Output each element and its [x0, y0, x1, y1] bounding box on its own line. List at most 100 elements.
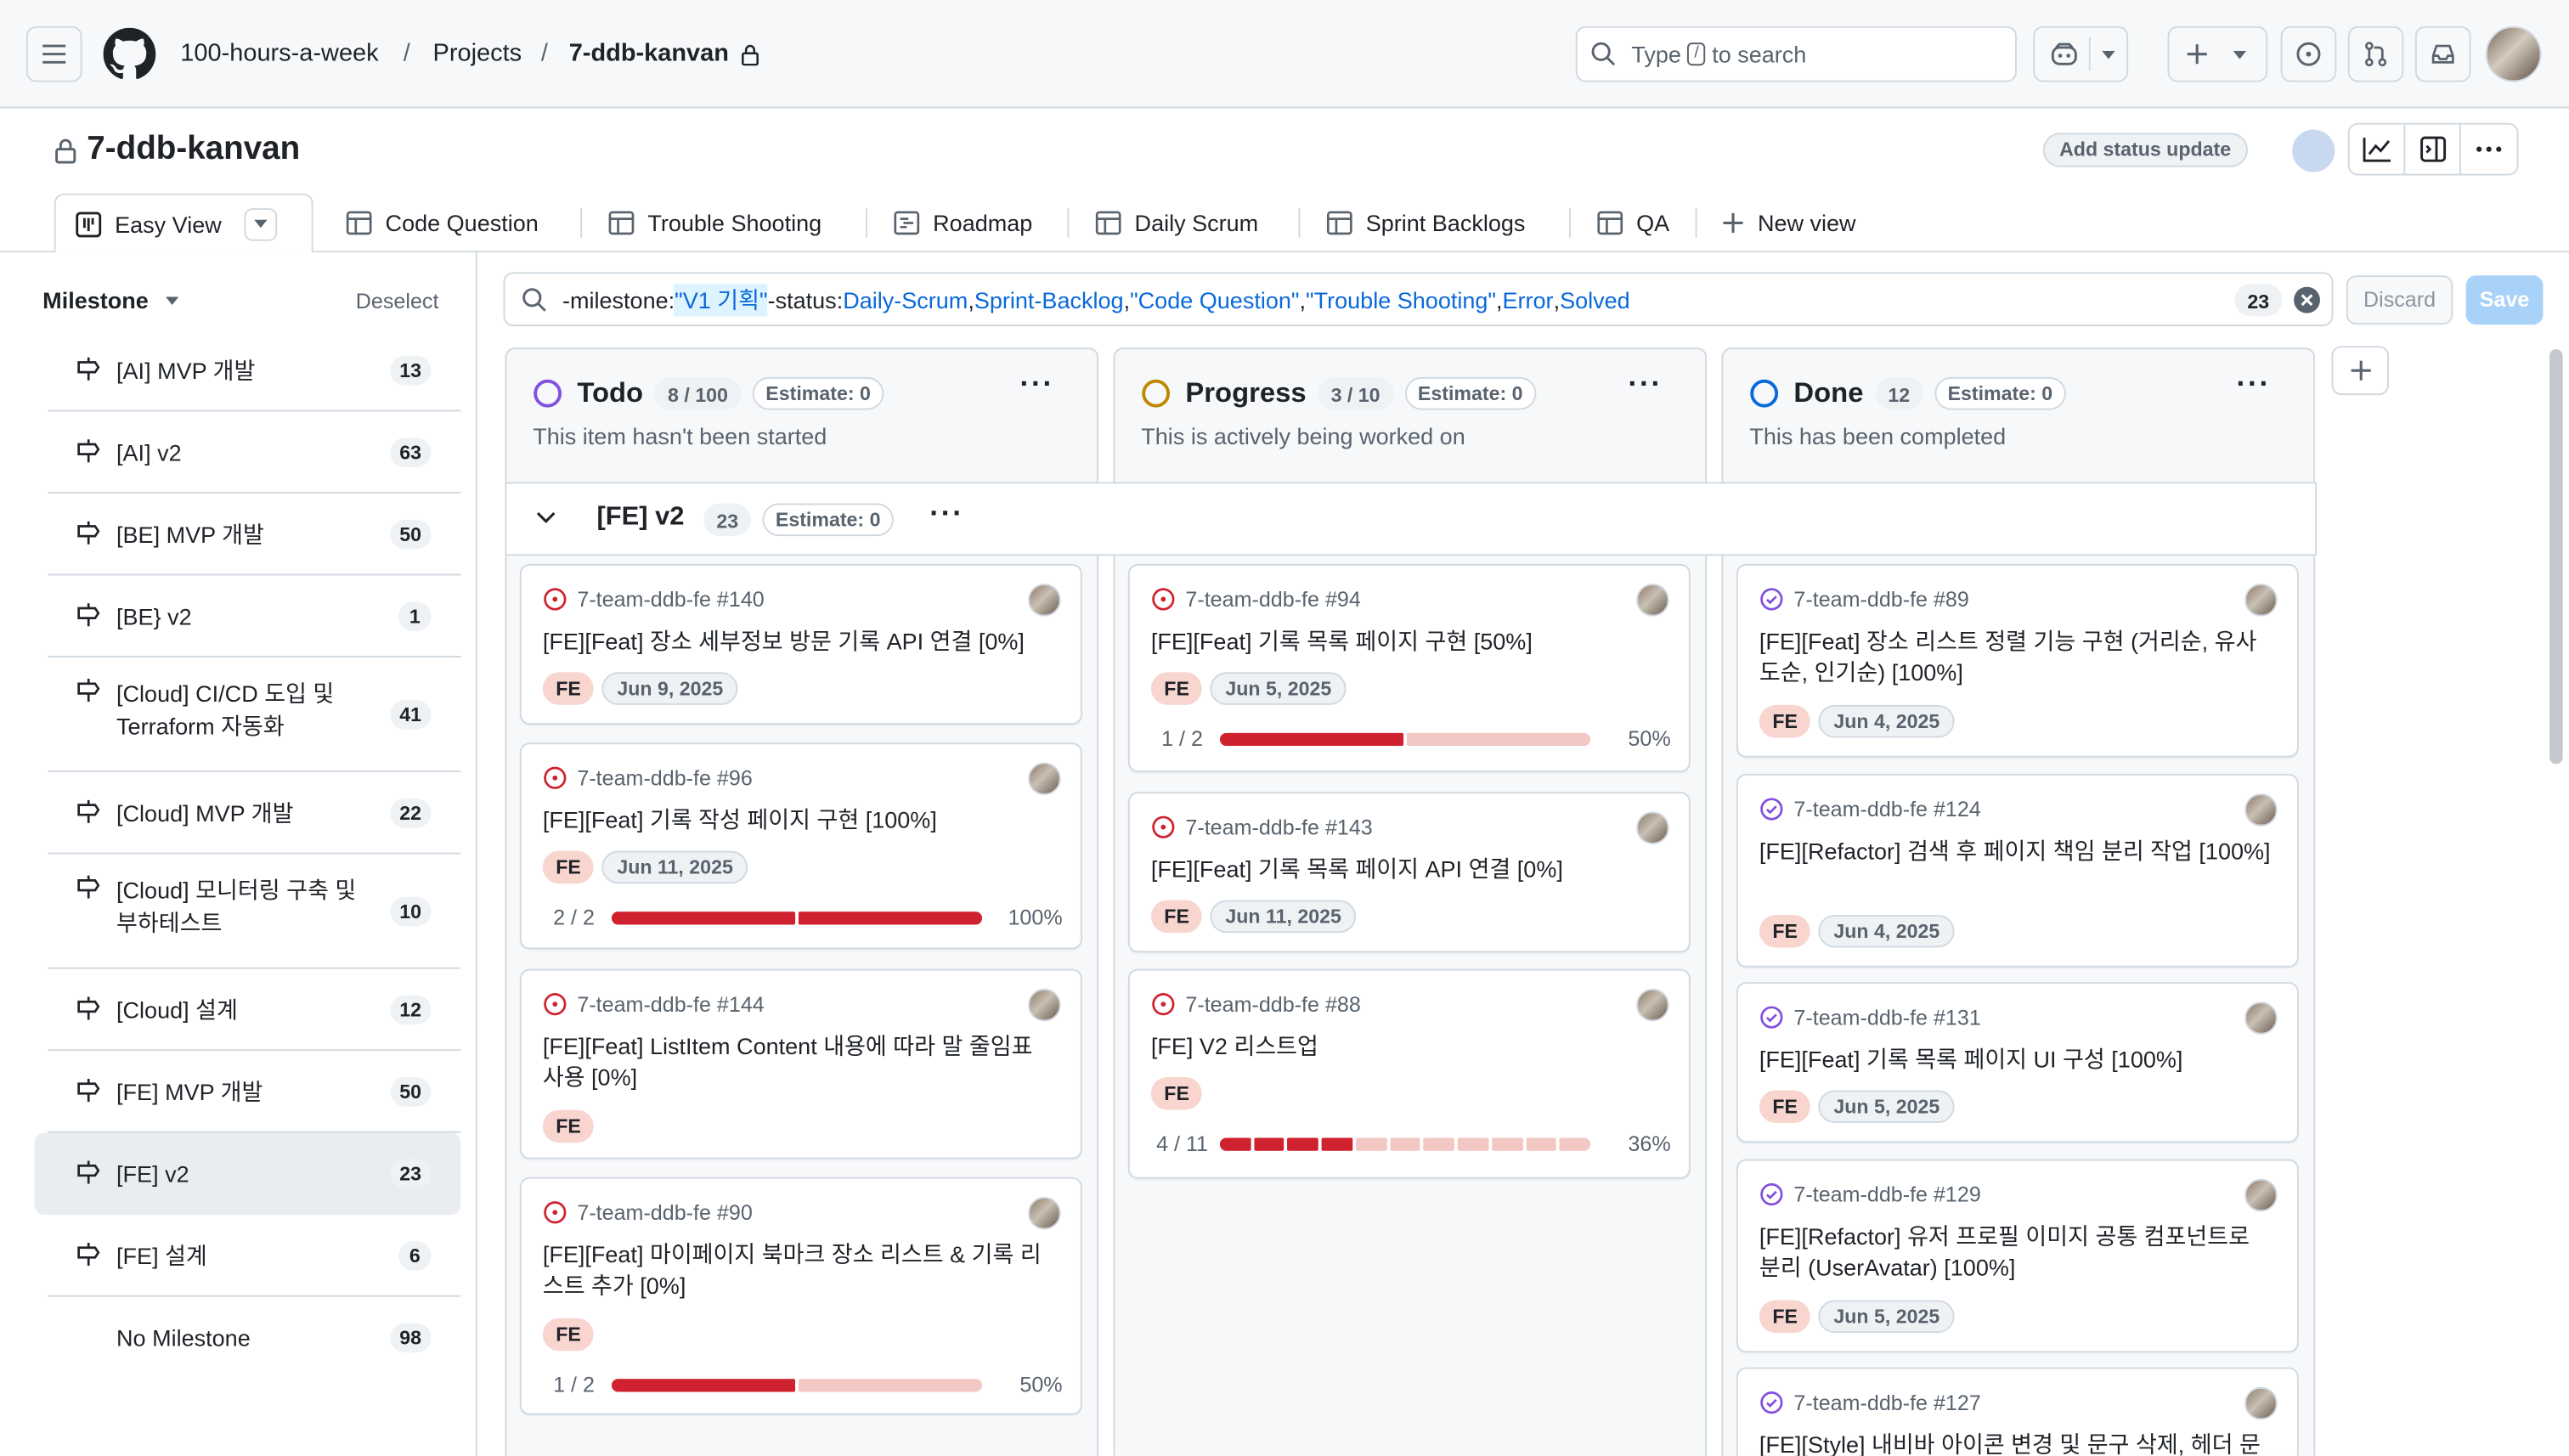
label-fe[interactable]: FE	[1759, 914, 1811, 948]
assignee-avatar[interactable]	[1636, 988, 1669, 1022]
label-fe[interactable]: FE	[1759, 1090, 1811, 1124]
sidebar-item-milestone[interactable]: [FE] MVP 개발 50	[47, 1051, 461, 1133]
assignee-avatar[interactable]	[2244, 584, 2278, 617]
create-new-button[interactable]	[2167, 25, 2268, 82]
user-avatar[interactable]	[2485, 25, 2542, 82]
issue-card[interactable]: 7-team-ddb-fe #131 [FE][Feat] 기록 목록 페이지 U…	[1736, 982, 2299, 1143]
issue-title[interactable]: [FE][Style] 내비바 아이콘 변경 및 문구 삭제, 헤더 문	[1759, 1430, 2271, 1456]
issue-reference[interactable]: 7-team-ddb-fe #89	[1793, 587, 1968, 612]
issue-title[interactable]: [FE][Feat] 기록 목록 페이지 API 연결 [0%]	[1151, 855, 1663, 886]
issue-reference[interactable]: 7-team-ddb-fe #140	[577, 587, 764, 612]
assignee-avatar[interactable]	[2244, 1178, 2278, 1212]
tab-easy-view[interactable]: Easy View	[54, 193, 313, 253]
sidebar-item-milestone[interactable]: [BE] MVP 개발 50	[47, 494, 461, 576]
tab-trouble-shooting[interactable]: Trouble Shooting	[608, 194, 822, 252]
view-options-button[interactable]	[244, 207, 278, 240]
sidebar-item-milestone[interactable]: [AI] v2 63	[47, 411, 461, 494]
sidebar-item-milestone[interactable]: [Cloud] CI/CD 도입 및 Terraform 자동화 41	[47, 657, 461, 773]
column-menu-button[interactable]: ···	[1019, 367, 1053, 402]
issue-reference[interactable]: 7-team-ddb-fe #90	[577, 1200, 752, 1225]
inbox-button[interactable]	[2414, 25, 2471, 82]
issue-reference[interactable]: 7-team-ddb-fe #131	[1793, 1005, 1980, 1030]
add-column-button[interactable]	[2331, 346, 2390, 396]
column-menu-button[interactable]: ···	[2237, 367, 2272, 402]
issue-reference[interactable]: 7-team-ddb-fe #144	[577, 992, 764, 1017]
tab-sprint-backlogs[interactable]: Sprint Backlogs	[1326, 194, 1525, 252]
sidebar-item-milestone[interactable]: [Cloud] 모니터링 구축 및 부하테스트 10	[47, 855, 461, 969]
issue-title[interactable]: [FE][Feat] 마이페이지 북마크 장소 리스트 & 기록 리스트 추가 …	[543, 1239, 1054, 1301]
group-menu-button[interactable]: ···	[929, 497, 963, 532]
sidebar-item-milestone[interactable]: No Milestone 98	[48, 1297, 460, 1380]
issues-button[interactable]	[2280, 25, 2337, 82]
issue-title[interactable]: [FE][Feat] 기록 목록 페이지 구현 [50%]	[1151, 626, 1663, 657]
sidebar-item-milestone[interactable]: [AI] MVP 개발 13	[47, 330, 461, 412]
board-scrollbar[interactable]	[2549, 349, 2563, 765]
add-status-update-button[interactable]: Add status update	[2042, 133, 2248, 167]
copilot-button[interactable]	[2033, 25, 2129, 82]
tab-qa[interactable]: QA	[1597, 194, 1669, 252]
new-view-button[interactable]: New view	[1722, 194, 1856, 252]
save-button[interactable]: Save	[2465, 275, 2544, 325]
label-fe[interactable]: FE	[542, 1318, 595, 1352]
github-logo-icon[interactable]	[103, 27, 156, 81]
tab-roadmap[interactable]: Roadmap	[894, 194, 1032, 252]
breadcrumb-project[interactable]: 7-ddb-kanvan	[569, 39, 729, 67]
label-fe[interactable]: FE	[1759, 1300, 1811, 1334]
issue-card[interactable]: 7-team-ddb-fe #94 [FE][Feat] 기록 목록 페이지 구현…	[1127, 563, 1691, 773]
discard-button[interactable]: Discard	[2346, 275, 2453, 325]
issue-title[interactable]: [FE][Feat] 기록 작성 페이지 구현 [100%]	[543, 805, 1054, 837]
issue-card[interactable]: 7-team-ddb-fe #144 [FE][Feat] ListItem Co…	[519, 968, 1082, 1160]
assignee-avatar[interactable]	[2244, 1002, 2278, 1035]
issue-card[interactable]: 7-team-ddb-fe #143 [FE][Feat] 기록 목록 페이지 A…	[1127, 792, 1691, 953]
label-fe[interactable]: FE	[542, 850, 595, 884]
breadcrumb-org[interactable]: 100-hours-a-week	[180, 39, 378, 67]
column-menu-button[interactable]: ···	[1629, 367, 1663, 402]
sidebar-item-milestone[interactable]: [BE} v2 1	[47, 575, 461, 657]
issue-title[interactable]: [FE][Feat] 기록 목록 페이지 UI 구성 [100%]	[1759, 1044, 2271, 1075]
issue-reference[interactable]: 7-team-ddb-fe #143	[1185, 815, 1372, 839]
assignee-avatar[interactable]	[1636, 811, 1669, 844]
issue-title[interactable]: [FE][Feat] 장소 세부정보 방문 기록 API 연결 [0%]	[543, 626, 1054, 657]
issue-title[interactable]: [FE][Refactor] 검색 후 페이지 책임 분리 작업 [100%]	[1759, 836, 2271, 867]
label-fe[interactable]: FE	[1150, 900, 1203, 934]
sidebar-item-milestone[interactable]: [FE] v2 23	[34, 1132, 461, 1216]
assignee-avatar[interactable]	[1028, 584, 1061, 617]
issue-card[interactable]: 7-team-ddb-fe #140 [FE][Feat] 장소 세부정보 방문 …	[519, 563, 1082, 725]
assignee-avatar[interactable]	[2244, 1386, 2278, 1420]
issue-title[interactable]: [FE][Feat] 장소 리스트 정렬 기능 구현 (거리순, 유사도순, 인…	[1759, 626, 2271, 688]
sidebar-item-milestone[interactable]: [Cloud] 설계 12	[47, 969, 461, 1052]
issue-title[interactable]: [FE] V2 리스트업	[1151, 1031, 1663, 1063]
issue-card[interactable]: 7-team-ddb-fe #124 [FE][Refactor] 검색 후 페이…	[1736, 773, 2299, 968]
chevron-down-icon[interactable]	[536, 511, 556, 524]
menu-button[interactable]	[25, 25, 82, 82]
assignee-avatar[interactable]	[2244, 793, 2278, 827]
issue-reference[interactable]: 7-team-ddb-fe #127	[1793, 1391, 1980, 1415]
issue-reference[interactable]: 7-team-ddb-fe #96	[577, 765, 752, 790]
tab-daily-scrum[interactable]: Daily Scrum	[1095, 194, 1258, 252]
sidebar-item-milestone[interactable]: [Cloud] MVP 개발 22	[47, 772, 461, 855]
sidebar-item-milestone[interactable]: [FE] 설계 6	[47, 1215, 461, 1297]
breadcrumb-projects[interactable]: Projects	[433, 39, 522, 67]
issue-reference[interactable]: 7-team-ddb-fe #129	[1793, 1182, 1980, 1207]
assignee-avatar[interactable]	[1028, 988, 1061, 1022]
side-panel-button[interactable]	[2403, 122, 2461, 176]
project-menu-button[interactable]	[2459, 122, 2519, 176]
label-fe[interactable]: FE	[1150, 1077, 1203, 1110]
issue-card[interactable]: 7-team-ddb-fe #129 [FE][Refactor] 유저 프로필 …	[1736, 1159, 2299, 1353]
tab-code-question[interactable]: Code Question	[346, 194, 539, 252]
issue-reference[interactable]: 7-team-ddb-fe #94	[1185, 587, 1360, 612]
global-search-input[interactable]: Type / to search	[1575, 25, 2017, 82]
issue-card[interactable]: 7-team-ddb-fe #96 [FE][Feat] 기록 작성 페이지 구현…	[519, 742, 1082, 950]
assignee-avatar[interactable]	[1636, 584, 1669, 617]
issue-card[interactable]: 7-team-ddb-fe #89 [FE][Feat] 장소 리스트 정렬 기능…	[1736, 563, 2299, 758]
clear-filter-button[interactable]	[2294, 286, 2320, 313]
issue-card[interactable]: 7-team-ddb-fe #90 [FE][Feat] 마이페이지 북마크 장소…	[519, 1177, 1082, 1415]
pull-requests-button[interactable]	[2347, 25, 2404, 82]
deselect-button[interactable]: Deselect	[356, 289, 439, 313]
issue-title[interactable]: [FE][Feat] ListItem Content 내용에 따라 말 줄임표…	[543, 1031, 1054, 1093]
label-fe[interactable]: FE	[1759, 704, 1811, 738]
label-fe[interactable]: FE	[1150, 672, 1203, 705]
label-fe[interactable]: FE	[542, 1109, 595, 1143]
insights-button[interactable]	[2347, 122, 2406, 176]
issue-card[interactable]: 7-team-ddb-fe #127 [FE][Style] 내비바 아이콘 변경…	[1736, 1367, 2299, 1456]
